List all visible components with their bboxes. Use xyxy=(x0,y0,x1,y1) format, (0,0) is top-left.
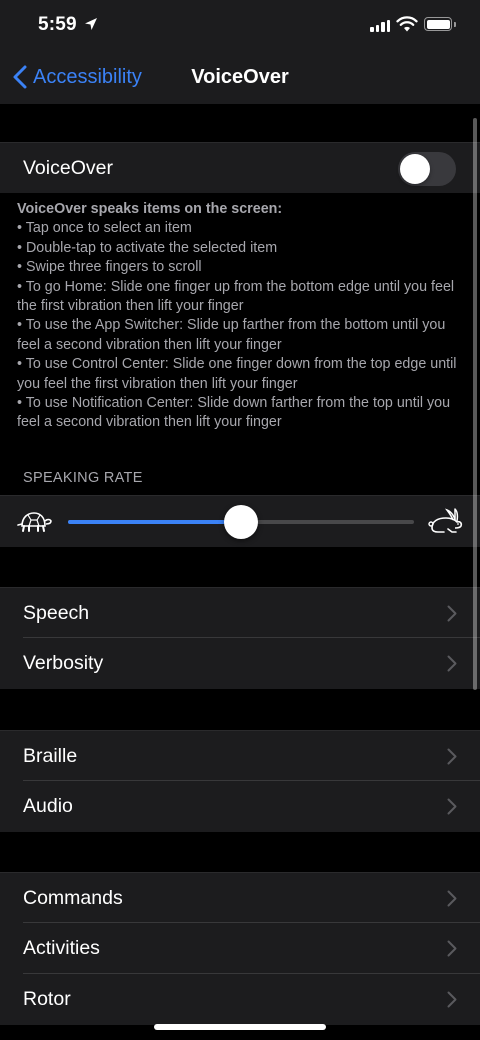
chevron-right-icon xyxy=(447,940,457,957)
slider-fill xyxy=(68,520,241,524)
settings-row-audio[interactable]: Audio xyxy=(0,781,480,832)
status-time: 5:59 xyxy=(38,14,77,35)
home-indicator[interactable] xyxy=(154,1024,326,1030)
navigation-bar: Accessibility VoiceOver xyxy=(0,52,480,104)
row-label: Speech xyxy=(23,601,90,624)
scrollbar[interactable] xyxy=(473,118,477,690)
settings-row-commands[interactable]: Commands xyxy=(0,872,480,923)
description-line: • To use the App Switcher: Slide up fart… xyxy=(17,317,446,353)
row-label: Braille xyxy=(23,744,78,767)
settings-row-rotor[interactable]: Rotor xyxy=(0,974,480,1025)
settings-row-activities[interactable]: Activities xyxy=(0,923,480,974)
speaking-rate-header: SPEAKING RATE xyxy=(23,470,143,486)
wifi-icon xyxy=(396,16,418,32)
description-heading: VoiceOver speaks items on the screen: xyxy=(17,201,283,217)
chevron-right-icon xyxy=(447,798,457,815)
page-title: VoiceOver xyxy=(191,66,289,88)
chevron-right-icon xyxy=(447,605,457,622)
description-line: • Swipe three fingers to scroll xyxy=(17,259,202,276)
voiceover-toggle[interactable] xyxy=(398,152,456,186)
row-label: Rotor xyxy=(23,988,71,1010)
settings-row-verbosity[interactable]: Verbosity xyxy=(0,638,480,689)
settings-row-braille[interactable]: Braille xyxy=(0,730,480,781)
row-label: Audio xyxy=(23,795,73,817)
row-label: Activities xyxy=(23,937,100,959)
speaking-rate-row xyxy=(0,495,480,547)
chevron-right-icon xyxy=(447,991,457,1008)
speaking-rate-slider-thumb[interactable] xyxy=(224,505,258,539)
description-line: • Tap once to select an item xyxy=(17,220,192,237)
voiceover-row: VoiceOver xyxy=(0,142,480,193)
chevron-right-icon xyxy=(447,655,457,672)
battery-icon xyxy=(424,17,456,31)
chevron-right-icon xyxy=(447,890,457,907)
settings-row-speech[interactable]: Speech xyxy=(0,587,480,638)
status-bar: 5:59 xyxy=(0,0,480,52)
voiceover-label: VoiceOver xyxy=(23,156,113,179)
description-line: • To go Home: Slide one finger up from t… xyxy=(17,278,455,315)
cellular-signal-icon xyxy=(370,18,390,32)
rabbit-icon xyxy=(428,507,463,533)
toggle-knob xyxy=(400,154,430,184)
voiceover-description: VoiceOver speaks items on the screen: • … xyxy=(17,200,457,433)
chevron-right-icon xyxy=(447,748,457,765)
description-line: • To use Control Center: Slide one finge… xyxy=(17,356,457,392)
turtle-icon xyxy=(17,512,52,532)
row-label: Verbosity xyxy=(23,652,104,674)
row-label: Commands xyxy=(23,886,123,909)
location-arrow-icon xyxy=(85,18,97,30)
description-line: • To use Notification Center: Slide down… xyxy=(17,395,451,431)
description-line: • Double-tap to activate the selected it… xyxy=(17,239,278,256)
